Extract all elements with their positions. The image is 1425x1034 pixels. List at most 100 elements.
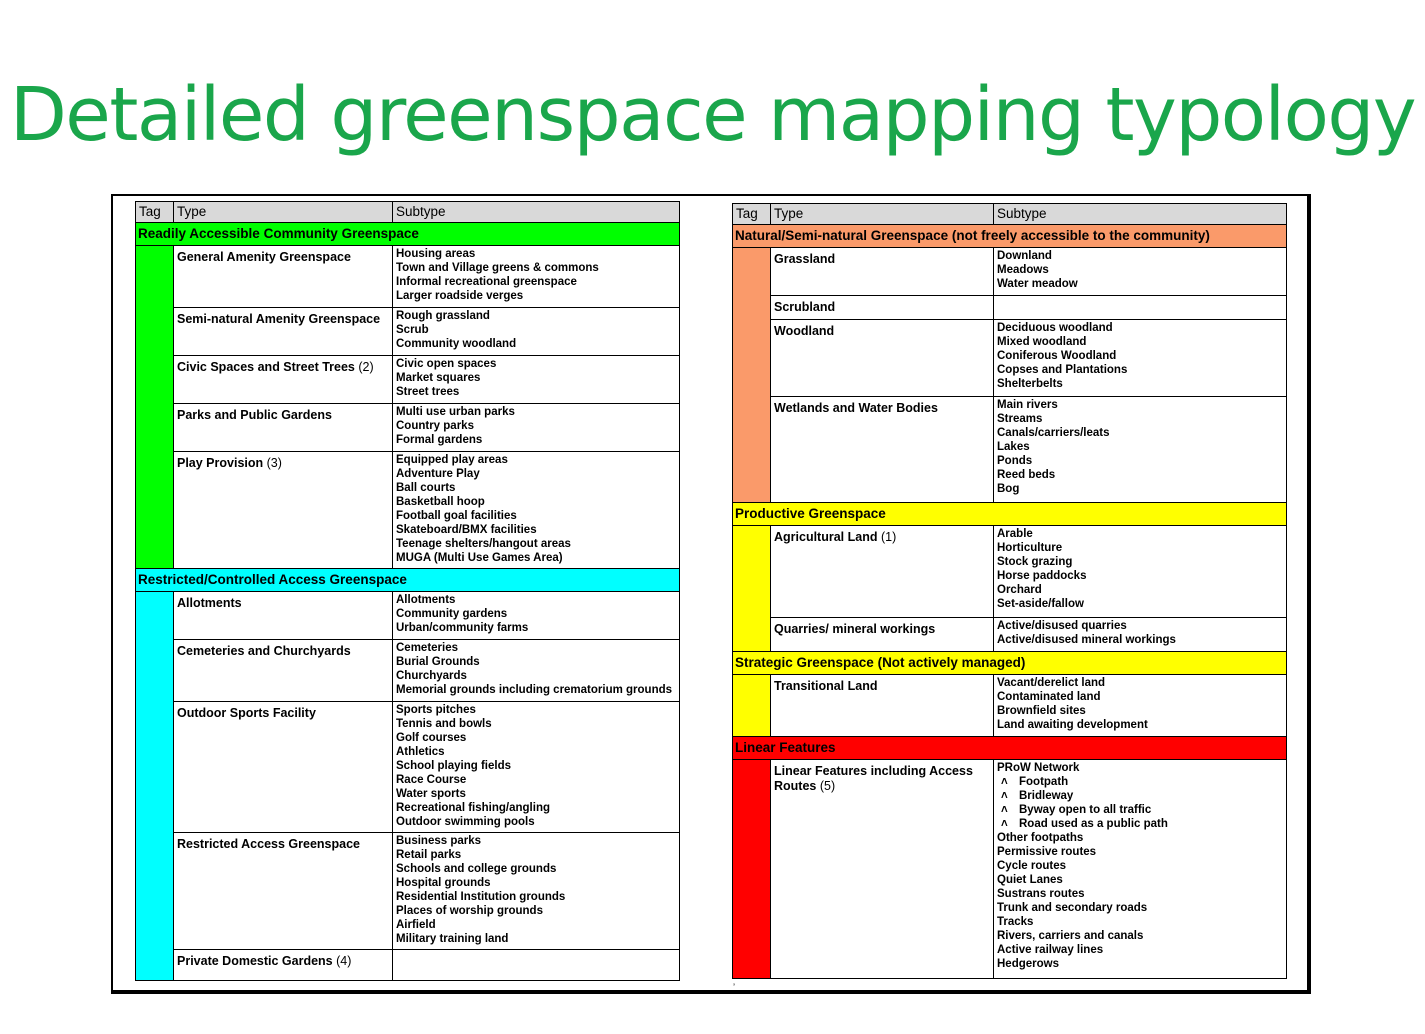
table-row: Civic Spaces and Street Trees (2) Civic o… bbox=[136, 355, 680, 404]
subtype-cell: Multi use urban parks Country parks Formal… bbox=[392, 403, 680, 452]
subtype-item: Recreational fishing/angling bbox=[396, 802, 550, 814]
subtype-item: Bog bbox=[997, 483, 1020, 495]
type-label: Civic Spaces and Street Trees bbox=[177, 360, 355, 374]
page-fragment-mark: ’ bbox=[733, 982, 735, 992]
table-row: Quarries/ mineral workings Active/disused… bbox=[733, 617, 1287, 652]
header-row: Tag Type Subtype bbox=[732, 203, 1287, 225]
subtype-item: Lakes bbox=[997, 441, 1030, 453]
subtype-item: Memorial grounds including crematorium g… bbox=[396, 684, 673, 696]
subtype-item: Civic open spaces bbox=[396, 358, 497, 370]
table-row: Scrubland bbox=[733, 295, 1287, 320]
tag-color-cell bbox=[135, 591, 174, 981]
section-heading: Restricted/Controlled Access Greenspace bbox=[135, 568, 680, 592]
type-cell: Cemeteries and Churchyards bbox=[173, 639, 393, 702]
subtype-cell bbox=[993, 295, 1287, 320]
subtype-cell bbox=[392, 949, 680, 981]
subtype-item: Skateboard/BMX facilities bbox=[396, 524, 537, 536]
subtype-item: Reed beds bbox=[997, 469, 1056, 481]
subtype-item: Hedgerows bbox=[997, 958, 1059, 970]
subtype-item: Sports pitches bbox=[396, 704, 476, 716]
subtype-cell: Active/disused quarries Active/disused mi… bbox=[993, 617, 1287, 652]
type-cell: Grassland bbox=[770, 247, 994, 296]
subtype-item: Schools and college grounds bbox=[396, 863, 557, 875]
subtype-item: PRoW Network bbox=[997, 762, 1080, 774]
subtype-item: Urban/community farms bbox=[396, 622, 529, 634]
subtype-cell: Vacant/derelict land Contaminated land Bro… bbox=[993, 674, 1287, 737]
footnote-ref: (5) bbox=[819, 779, 836, 793]
subtype-item: Teenage shelters/hangout areas bbox=[396, 538, 571, 550]
subtype-item: Other footpaths bbox=[997, 832, 1084, 844]
subtype-item: Set-aside/fallow bbox=[997, 598, 1084, 610]
type-cell: Transitional Land bbox=[770, 674, 994, 737]
subtype-item: Places of worship grounds bbox=[396, 905, 543, 917]
table-row: Linear Features including Access Routes … bbox=[732, 759, 1287, 979]
type-label: Outdoor Sports Facility bbox=[177, 706, 316, 720]
subtype-item: Land awaiting development bbox=[997, 719, 1148, 731]
type-label: Transitional Land bbox=[774, 679, 878, 693]
subtype-item: Cycle routes bbox=[997, 860, 1067, 872]
subtype-item: Churchyards bbox=[396, 670, 467, 682]
column-header-type: Type bbox=[173, 201, 393, 223]
footnote-ref: (4) bbox=[336, 954, 352, 968]
type-label: Allotments bbox=[177, 596, 242, 610]
subtype-item: Town and Village greens & commons bbox=[396, 262, 599, 274]
table-row: General Amenity Greenspace Housing areas T… bbox=[135, 245, 680, 569]
subtype-item: Tennis and bowls bbox=[396, 718, 492, 730]
subtype-item: Vacant/derelict land bbox=[997, 677, 1106, 689]
subtype-item: Horse paddocks bbox=[997, 570, 1087, 582]
subtype-item: Permissive routes bbox=[997, 846, 1097, 858]
section-header-row: Strategic Greenspace (Not actively manag… bbox=[732, 651, 1287, 675]
subtype-item: Main rivers bbox=[997, 399, 1058, 411]
table-row: Allotments Allotments Community gardens Urb… bbox=[135, 591, 680, 981]
type-cell: General Amenity Greenspace bbox=[173, 245, 393, 308]
subtype-item: MUGA (Multi Use Games Area) bbox=[396, 552, 563, 564]
tag-color-cell bbox=[732, 247, 771, 503]
subtype-item: Ball courts bbox=[396, 482, 456, 494]
subtype-item: Larger roadside verges bbox=[396, 290, 524, 302]
subtype-item: Housing areas bbox=[396, 248, 476, 260]
type-label: Woodland bbox=[774, 324, 835, 338]
column-header-tag: Tag bbox=[732, 203, 771, 225]
subtype-item: Airfield bbox=[396, 919, 436, 931]
section-heading: Readily Accessible Community Greenspace bbox=[135, 222, 680, 246]
type-label: Linear Features including Access Routes bbox=[774, 764, 973, 793]
subtype-item: Downland bbox=[997, 250, 1052, 262]
type-cell: Semi-natural Amenity Greenspace bbox=[173, 307, 393, 356]
subtype-cell: Housing areas Town and Village greens & c… bbox=[392, 245, 680, 308]
type-cell: Civic Spaces and Street Trees (2) bbox=[173, 355, 393, 404]
subtype-item: Community gardens bbox=[396, 608, 508, 620]
section-heading: Natural/Semi-natural Greenspace (not fre… bbox=[732, 224, 1287, 248]
table-row: Grassland Downland Meadows Water meadow bbox=[732, 247, 1287, 503]
type-label: Private Domestic Gardens bbox=[177, 954, 333, 968]
subtype-item: Trunk and secondary roads bbox=[997, 902, 1148, 914]
subtype-item: Tracks bbox=[997, 916, 1034, 928]
subtype-item: Community woodland bbox=[396, 338, 517, 350]
subtype-item: Equipped play areas bbox=[396, 454, 508, 466]
type-cell: Play Provision (3) bbox=[173, 451, 393, 569]
subtype-item: Hospital grounds bbox=[396, 877, 491, 889]
type-label: Play Provision bbox=[177, 456, 264, 470]
table-row: Outdoor Sports Facility Sports pitches Ten… bbox=[136, 701, 680, 833]
left-typology-table: Tag Type Subtype Readily Accessible Communi… bbox=[135, 201, 680, 981]
subtype-item: Water sports bbox=[396, 788, 466, 800]
subtype-item: Basketball hoop bbox=[396, 496, 485, 508]
section-header-row: Linear Features bbox=[732, 736, 1287, 760]
subtype-item: Sustrans routes bbox=[997, 888, 1085, 900]
subtype-item: Residential Institution grounds bbox=[396, 891, 566, 903]
table-row: Cemeteries and Churchyards Cemeteries Buri… bbox=[136, 639, 680, 702]
subtype-item: Allotments bbox=[396, 594, 456, 606]
footnote-ref: (1) bbox=[880, 530, 897, 544]
subtype-cell: Business parks Retail parks Schools and co… bbox=[392, 832, 680, 950]
type-cell: Quarries/ mineral workings bbox=[770, 617, 994, 652]
type-label: Wetlands and Water Bodies bbox=[774, 401, 938, 415]
subtype-item: Copses and Plantations bbox=[997, 364, 1128, 376]
page-title: Detailed greenspace mapping typology bbox=[9, 72, 1417, 158]
subtype-item: Active/disused mineral workings bbox=[997, 634, 1176, 646]
type-cell: Restricted Access Greenspace bbox=[173, 832, 393, 950]
type-label: Cemeteries and Churchyards bbox=[177, 644, 351, 658]
subtype-item: Outdoor swimming pools bbox=[396, 816, 535, 828]
subtype-item: Multi use urban parks bbox=[396, 406, 515, 418]
section-heading: Linear Features bbox=[732, 736, 1287, 760]
type-cell: Allotments bbox=[173, 591, 393, 640]
subtype-item: Shelterbelts bbox=[997, 378, 1063, 390]
